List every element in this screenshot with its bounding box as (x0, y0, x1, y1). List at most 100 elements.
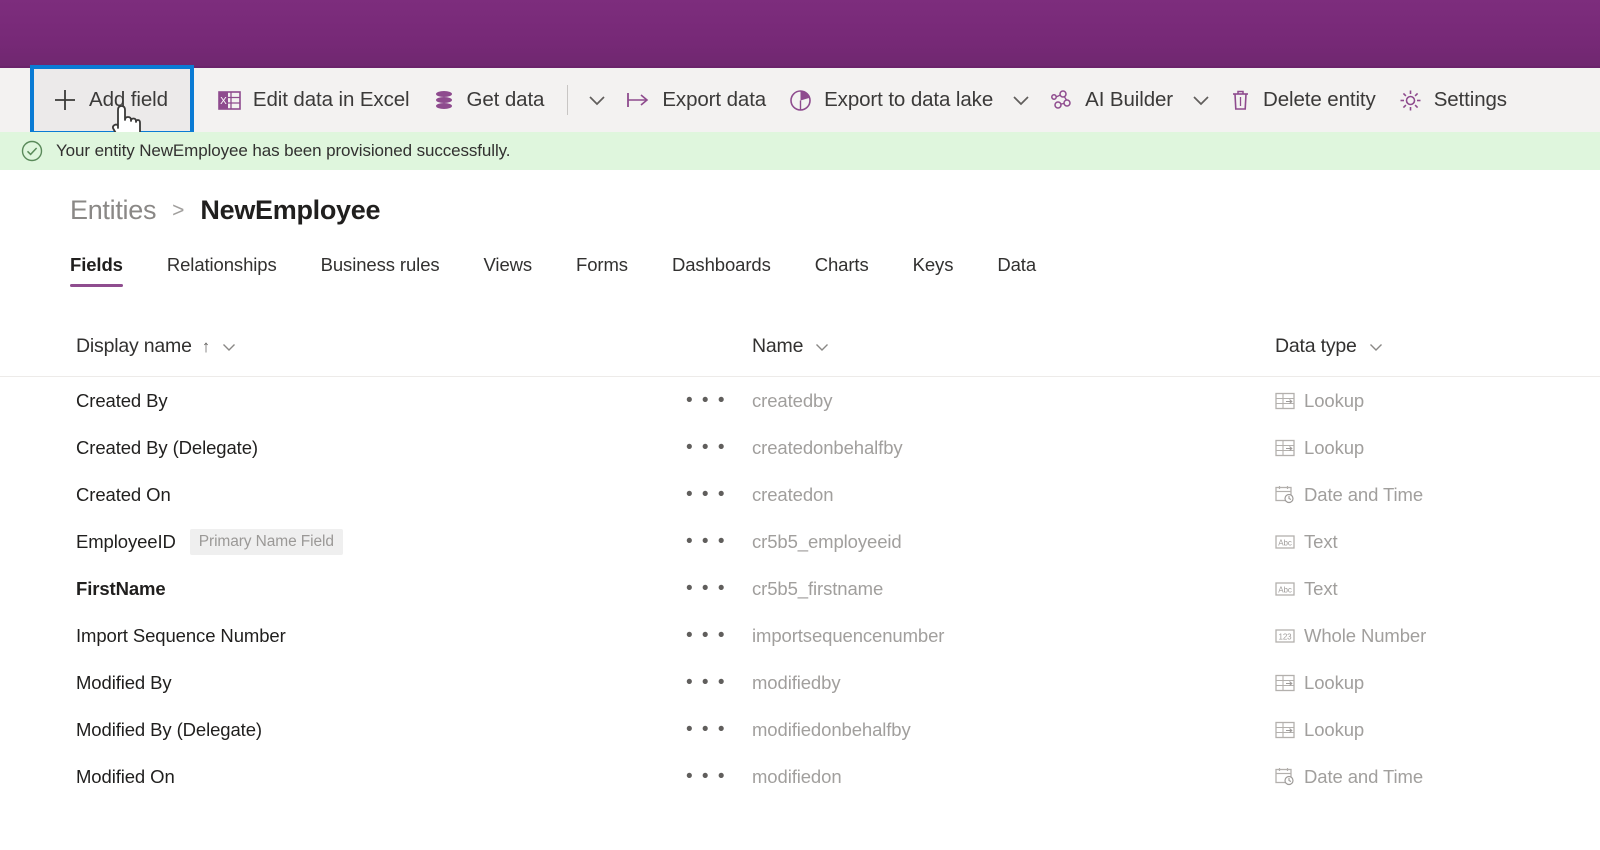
cell-data-type: Abc Text (1275, 565, 1338, 612)
table-row[interactable]: Import Sequence Number • • • importsequenc… (0, 612, 1600, 659)
cell-logical-name: modifiedon (752, 765, 842, 787)
svg-text:X: X (220, 96, 227, 107)
export-data-button[interactable]: Export data (614, 75, 777, 125)
row-more-options-icon[interactable]: • • • (686, 706, 727, 753)
edit-data-in-excel-label: Edit data in Excel (252, 88, 410, 111)
ai-builder-label: AI Builder (1085, 88, 1174, 111)
success-message-text: Your entity NewEmployee has been provisi… (56, 141, 511, 160)
pie-chart-icon (788, 88, 813, 113)
cell-data-type: Lookup (1275, 706, 1364, 753)
display-name-text: Modified On (76, 765, 175, 787)
row-more-options-icon[interactable]: • • • (686, 565, 727, 612)
gear-icon (1398, 88, 1423, 113)
svg-text:Abc: Abc (1278, 538, 1292, 547)
toolbar-divider (567, 85, 569, 115)
column-header-data-type-label: Data type (1275, 335, 1357, 357)
delete-entity-button[interactable]: Delete entity (1218, 75, 1387, 125)
table-row[interactable]: Modified On • • • modifiedon Date and Time (0, 753, 1600, 800)
get-data-chevron-down-icon[interactable] (580, 75, 614, 125)
tab-keys[interactable]: Keys (913, 254, 954, 287)
ai-builder-button[interactable]: AI Builder (1038, 75, 1184, 125)
lookup-icon (1275, 674, 1295, 692)
display-name-text: EmployeeID (76, 530, 176, 552)
delete-entity-label: Delete entity (1263, 88, 1376, 111)
cell-display-name[interactable]: FirstName (76, 565, 166, 612)
breadcrumb-separator-icon: > (172, 198, 185, 222)
breadcrumb: Entities > NewEmployee (70, 195, 381, 226)
lookup-icon (1275, 392, 1295, 410)
cell-logical-name: createdonbehalfby (752, 436, 903, 458)
lookup-icon (1275, 721, 1295, 739)
display-name-text: Created On (76, 483, 171, 505)
cell-data-type: Lookup (1275, 659, 1364, 706)
name-chevron-down-icon[interactable] (813, 338, 831, 356)
data-type-label: Whole Number (1304, 624, 1427, 646)
cell-display-name[interactable]: Modified By (Delegate) (76, 706, 262, 753)
cell-display-name[interactable]: Created On (76, 471, 171, 518)
display-name-chevron-down-icon[interactable] (220, 338, 238, 356)
data-type-label: Date and Time (1304, 483, 1424, 505)
table-row[interactable]: FirstName • • • cr5b5_firstname Abc Text (0, 565, 1600, 612)
table-row[interactable]: EmployeeID Primary Name Field • • • cr5b5_e… (0, 518, 1600, 565)
tab-fields[interactable]: Fields (70, 254, 123, 287)
export-to-data-lake-chevron-down-icon[interactable] (1004, 75, 1038, 125)
cell-display-name[interactable]: Modified By (76, 659, 172, 706)
cell-display-name[interactable]: EmployeeID Primary Name Field (76, 518, 343, 565)
table-row[interactable]: Created By • • • createdby Lookup (0, 377, 1600, 424)
sort-ascending-icon: ↑ (201, 336, 211, 356)
edit-data-in-excel-button[interactable]: X Edit data in Excel (206, 75, 421, 125)
tab-charts[interactable]: Charts (815, 254, 869, 287)
fields-grid-body: Created By • • • createdby Lookup Created By… (0, 377, 1600, 800)
cell-display-name[interactable]: Created By (76, 377, 168, 424)
lookup-icon (1275, 439, 1295, 457)
tab-business-rules[interactable]: Business rules (321, 254, 440, 287)
tab-dashboards[interactable]: Dashboards (672, 254, 771, 287)
ai-builder-icon (1049, 88, 1074, 113)
database-icon (432, 88, 456, 112)
get-data-button[interactable]: Get data (421, 75, 556, 125)
tab-data[interactable]: Data (997, 254, 1036, 287)
fields-grid: Display name ↑ Name Data type Created By… (0, 325, 1600, 800)
row-more-options-icon[interactable]: • • • (686, 518, 727, 565)
success-message-bar: Your entity NewEmployee has been provisi… (0, 132, 1600, 170)
data-type-chevron-down-icon[interactable] (1367, 338, 1385, 356)
trash-icon (1229, 88, 1252, 112)
number-icon: 123 (1275, 628, 1295, 644)
get-data-label: Get data (466, 88, 545, 111)
cell-logical-name: createdon (752, 483, 834, 505)
display-name-text: Modified By (76, 671, 172, 693)
settings-button[interactable]: Settings (1387, 75, 1518, 125)
row-more-options-icon[interactable]: • • • (686, 471, 727, 518)
tab-relationships[interactable]: Relationships (167, 254, 277, 287)
data-type-label: Text (1304, 530, 1338, 552)
cell-display-name[interactable]: Modified On (76, 753, 175, 800)
table-row[interactable]: Modified By (Delegate) • • • modifiedonbeh… (0, 706, 1600, 753)
table-row[interactable]: Created By (Delegate) • • • createdonbehal… (0, 424, 1600, 471)
table-row[interactable]: Created On • • • createdon Date and Time (0, 471, 1600, 518)
tab-views[interactable]: Views (484, 254, 533, 287)
column-header-name[interactable]: Name (752, 335, 831, 358)
row-more-options-icon[interactable]: • • • (686, 753, 727, 800)
column-header-display-name[interactable]: Display name ↑ (76, 335, 238, 358)
cell-logical-name: importsequencenumber (752, 624, 945, 646)
row-more-options-icon[interactable]: • • • (686, 612, 727, 659)
cell-display-name[interactable]: Created By (Delegate) (76, 424, 258, 471)
cell-data-type: Date and Time (1275, 471, 1423, 518)
svg-text:Abc: Abc (1278, 585, 1292, 594)
row-more-options-icon[interactable]: • • • (686, 377, 727, 424)
add-field-button[interactable]: Add field (30, 65, 194, 135)
column-header-data-type[interactable]: Data type (1275, 335, 1385, 358)
export-arrow-icon (625, 89, 651, 111)
display-name-text: Created By (Delegate) (76, 436, 258, 458)
datetime-icon (1275, 485, 1295, 504)
row-more-options-icon[interactable]: • • • (686, 659, 727, 706)
ai-builder-chevron-down-icon[interactable] (1184, 75, 1218, 125)
breadcrumb-entities-link[interactable]: Entities (70, 195, 156, 226)
export-to-data-lake-button[interactable]: Export to data lake (777, 75, 1004, 125)
row-more-options-icon[interactable]: • • • (686, 424, 727, 471)
cell-data-type: Date and Time (1275, 753, 1423, 800)
table-row[interactable]: Modified By • • • modifiedby Lookup (0, 659, 1600, 706)
tab-forms[interactable]: Forms (576, 254, 628, 287)
cell-display-name[interactable]: Import Sequence Number (76, 612, 286, 659)
excel-icon: X (217, 88, 242, 113)
